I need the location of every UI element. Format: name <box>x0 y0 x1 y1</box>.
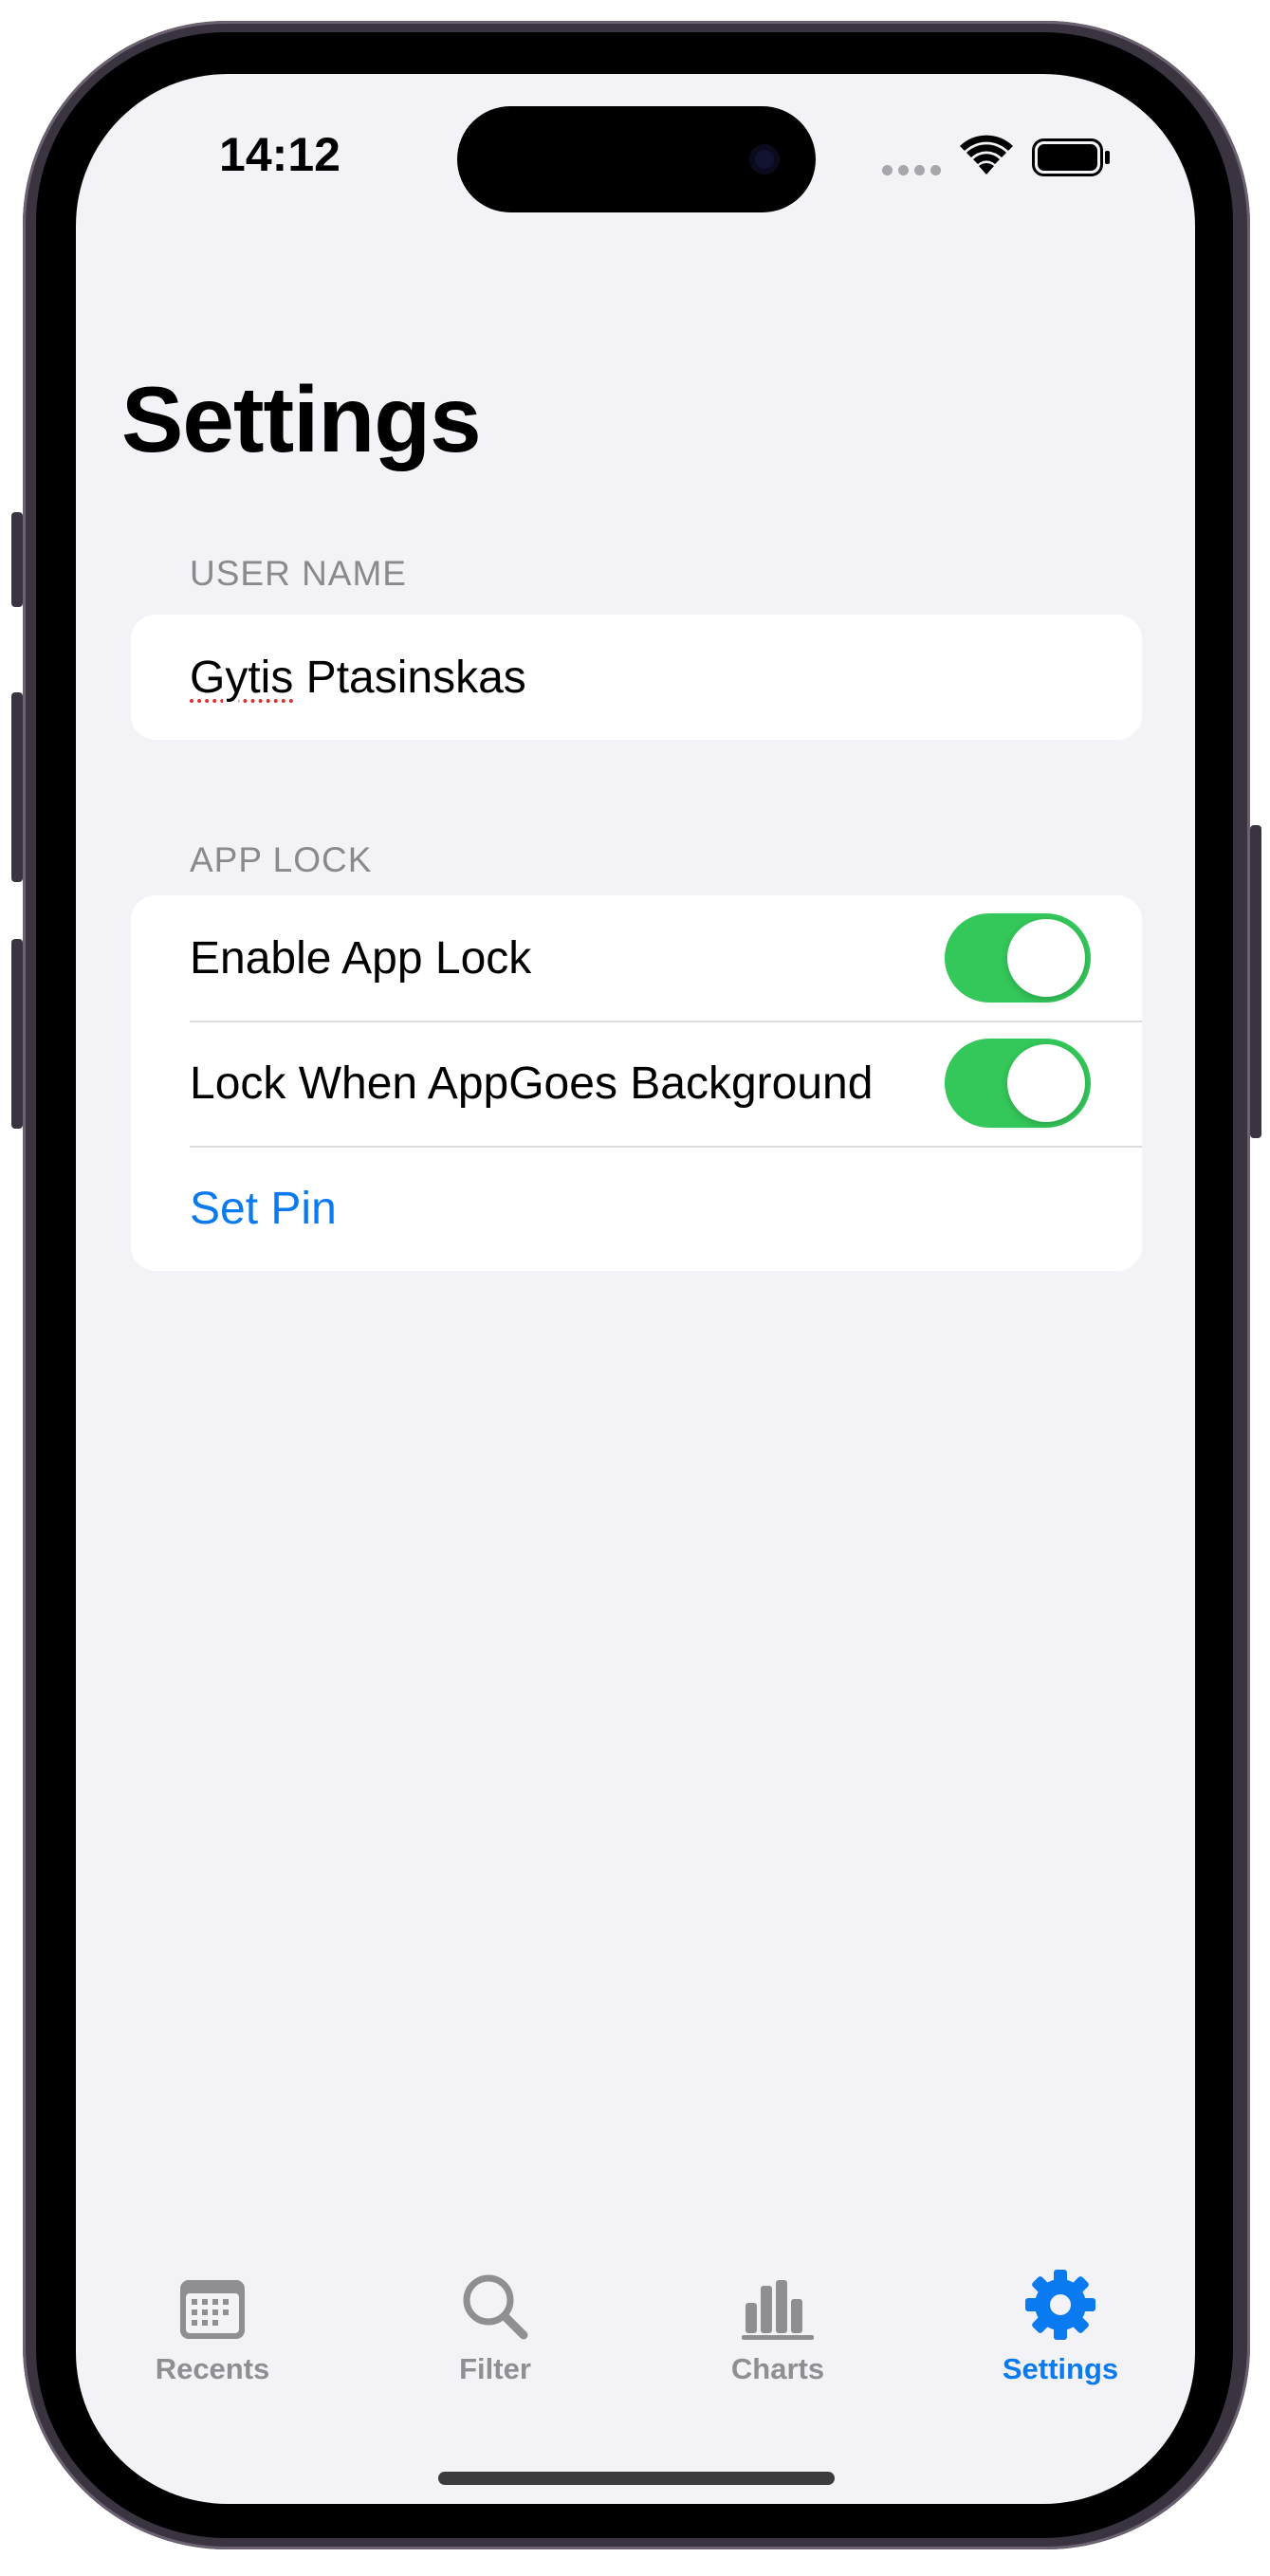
home-indicator[interactable] <box>438 2472 835 2485</box>
page-title: Settings <box>121 367 482 471</box>
cellular-signal-icon <box>882 165 941 175</box>
tab-label-settings: Settings <box>1002 2352 1119 2385</box>
tab-bar: Recents Filter Charts Settings <box>76 2255 1195 2407</box>
section-header-user-name: USER NAME <box>190 554 407 593</box>
user-name-field[interactable]: Gytis Ptasinskas <box>131 615 1142 740</box>
action-button <box>11 512 23 607</box>
tab-settings[interactable]: Settings <box>966 2255 1155 2386</box>
tab-filter[interactable]: Filter <box>400 2255 590 2386</box>
enable-app-lock-row: Enable App Lock <box>131 895 1142 1021</box>
toggle-knob <box>1007 919 1085 997</box>
section-header-app-lock: APP LOCK <box>190 840 373 879</box>
bar-chart-icon <box>742 2280 814 2340</box>
calendar-icon <box>180 2280 245 2339</box>
lock-background-row: Lock When AppGoes Background <box>131 1021 1142 1146</box>
user-name-card: Gytis Ptasinskas <box>131 615 1142 740</box>
enable-app-lock-label: Enable App Lock <box>190 932 532 984</box>
tab-label-recents: Recents <box>155 2352 270 2385</box>
camera-icon <box>749 144 780 175</box>
power-button <box>1250 825 1261 1138</box>
tab-label-filter: Filter <box>459 2352 531 2385</box>
dynamic-island <box>457 106 816 212</box>
enable-app-lock-toggle[interactable] <box>945 913 1091 1003</box>
battery-icon <box>1032 138 1110 176</box>
user-name-value: Gytis Ptasinskas <box>190 652 526 704</box>
volume-down-button <box>11 939 23 1129</box>
status-time: 14:12 <box>219 128 341 181</box>
volume-up-button <box>11 692 23 882</box>
magnifier-icon <box>463 2274 528 2340</box>
tab-charts[interactable]: Charts <box>683 2255 873 2386</box>
set-pin-button[interactable]: Set Pin <box>190 1183 337 1235</box>
wifi-icon <box>960 135 1013 175</box>
gear-icon <box>1025 2270 1095 2340</box>
tab-label-charts: Charts <box>730 2352 825 2385</box>
lock-background-label: Lock When AppGoes Background <box>190 1058 874 1109</box>
set-pin-row[interactable]: Set Pin <box>131 1146 1142 1271</box>
misspelled-word: Gytis <box>190 652 294 703</box>
lock-background-toggle[interactable] <box>945 1039 1091 1128</box>
tab-recents[interactable]: Recents <box>118 2255 307 2386</box>
screen: 14:12 Settings USER NAME Gytis Ptasinska… <box>76 74 1195 2504</box>
user-name-rest: Ptasinskas <box>293 652 526 703</box>
app-lock-card: Enable App Lock Lock When AppGoes Backgr… <box>131 895 1142 1271</box>
toggle-knob <box>1007 1044 1085 1122</box>
